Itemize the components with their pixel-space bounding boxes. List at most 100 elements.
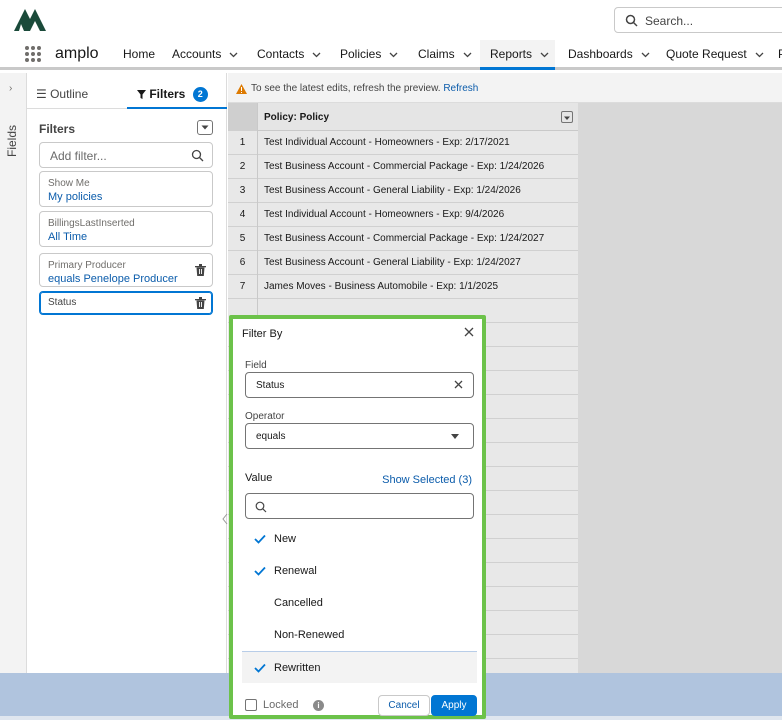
table-row: 7 James Moves - Business Automobile - Exp… <box>228 275 578 299</box>
nav-item-p[interactable]: P <box>778 40 782 70</box>
value-option-cancelled[interactable]: Cancelled <box>242 587 477 619</box>
filter-card[interactable]: BillingsLastInserted All Time <box>39 211 213 247</box>
nav-item-accounts[interactable]: Accounts <box>172 40 238 70</box>
panel-tabs: ☰ Outline Filters 2 <box>27 81 227 109</box>
fields-label: Fields <box>5 124 19 157</box>
column-menu-button[interactable] <box>561 111 573 123</box>
tab-filters[interactable]: Filters 2 <box>137 87 208 102</box>
refresh-link[interactable]: Refresh <box>443 83 478 94</box>
nav-item-label: P <box>778 47 782 61</box>
value-option-rewritten[interactable]: Rewritten <box>242 651 477 683</box>
global-search-input[interactable]: Search... <box>614 7 782 33</box>
trash-icon[interactable] <box>195 297 206 309</box>
add-filter-input[interactable]: Add filter... <box>39 142 213 168</box>
info-icon[interactable]: i <box>313 700 324 711</box>
nav-item-reports[interactable]: Reports <box>480 40 556 70</box>
tab-outline[interactable]: ☰ Outline <box>36 87 88 101</box>
app-navbar: amplo Home Accounts Contacts Policies Claims… <box>0 40 782 70</box>
cell-policy: Test Individual Account - Homeowners - E… <box>264 137 510 148</box>
nav-item-home[interactable]: Home <box>123 40 155 70</box>
apply-button[interactable]: Apply <box>431 695 477 716</box>
show-selected-link[interactable]: Show Selected (3) <box>382 474 472 486</box>
close-icon[interactable] <box>464 327 474 337</box>
trash-icon[interactable] <box>195 264 206 276</box>
chevron-down-icon[interactable] <box>312 50 321 59</box>
warning-icon <box>236 84 247 94</box>
filters-panel: ☰ Outline Filters 2 Filters Add filter..… <box>27 73 227 673</box>
checkmark-icon <box>254 534 266 544</box>
top-header: Search... <box>0 0 782 40</box>
filter-card[interactable]: Primary Producer equals Penelope Producer <box>39 253 213 287</box>
row-number: 6 <box>228 251 258 275</box>
chevron-down-icon[interactable] <box>755 50 764 59</box>
row-number: 2 <box>228 155 258 179</box>
clear-icon[interactable] <box>454 380 463 389</box>
nav-item-dashboards[interactable]: Dashboards <box>568 40 650 70</box>
filters-menu-button[interactable] <box>197 120 213 135</box>
nav-item-quote-request[interactable]: Quote Request <box>666 40 764 70</box>
cell-policy: Test Business Account - Commercial Packa… <box>264 233 545 244</box>
value-option-new[interactable]: New <box>242 523 477 555</box>
nav-item-label: Reports <box>490 47 533 61</box>
cell-policy: Test Business Account - General Liabilit… <box>264 257 521 268</box>
filter-card-label: Status <box>48 297 77 308</box>
value-option-non-renewed[interactable]: Non-Renewed <box>242 619 477 651</box>
table-row: 4 Test Individual Account - Homeowners - … <box>228 203 578 227</box>
value-option-label: Renewal <box>274 565 317 577</box>
chevron-down-icon <box>201 125 209 130</box>
search-icon <box>625 14 638 27</box>
chevron-down-icon[interactable] <box>229 50 238 59</box>
chevron-down-icon[interactable] <box>463 50 472 59</box>
cancel-button[interactable]: Cancel <box>378 695 430 716</box>
dialog-title: Filter By <box>242 328 283 340</box>
app-name: amplo <box>55 45 99 62</box>
table-row: 3 Test Business Account - General Liabili… <box>228 179 578 203</box>
search-icon <box>255 501 267 513</box>
tab-filters-label: Filters <box>149 87 186 101</box>
field-input[interactable]: Status <box>245 372 474 398</box>
panel-resize-handle[interactable] <box>222 513 228 525</box>
nav-item-contacts[interactable]: Contacts <box>257 40 321 70</box>
row-number: 4 <box>228 203 258 227</box>
fields-panel-toggle[interactable]: › Fields <box>0 73 27 673</box>
row-number: 7 <box>228 275 258 299</box>
chevron-down-icon <box>564 116 570 120</box>
value-search-input[interactable] <box>245 493 474 519</box>
filters-heading: Filters <box>39 122 76 136</box>
row-number: 1 <box>228 131 258 155</box>
search-icon <box>191 149 204 162</box>
nav-item-policies[interactable]: Policies <box>340 40 398 70</box>
cell-policy: Test Business Account - General Liabilit… <box>264 185 521 196</box>
active-tab-indicator <box>127 107 227 109</box>
nav-item-label: Policies <box>340 47 382 61</box>
chevron-down-icon[interactable] <box>641 50 650 59</box>
nav-item-label: Quote Request <box>666 47 747 61</box>
nav-item-label: Contacts <box>257 47 305 61</box>
amplo-logo-icon[interactable] <box>14 9 46 31</box>
chevron-right-icon: › <box>9 83 13 94</box>
filters-count-badge: 2 <box>192 87 208 102</box>
value-option-renewal[interactable]: Renewal <box>242 555 477 587</box>
nav-item-label: Claims <box>418 47 455 61</box>
filter-card[interactable]: Status <box>39 291 213 315</box>
nav-item-label: Home <box>123 47 156 61</box>
table-row: 6 Test Business Account - General Liabili… <box>228 251 578 275</box>
operator-select[interactable]: equals <box>245 423 474 449</box>
field-label: Field <box>245 360 267 371</box>
locked-checkbox[interactable] <box>245 699 257 711</box>
filter-card-label: Primary Producer <box>48 260 126 271</box>
column-header-policy: Policy: Policy <box>264 112 330 123</box>
table-row: 2 Test Business Account - Commercial Pack… <box>228 155 578 179</box>
filter-card-label: BillingsLastInserted <box>48 218 135 229</box>
refresh-notice: To see the latest edits, refresh the pre… <box>228 73 782 103</box>
funnel-icon <box>137 90 146 99</box>
app-launcher-icon[interactable] <box>25 46 41 62</box>
operator-value: equals <box>256 431 286 442</box>
filter-card[interactable]: Show Me My policies <box>39 171 213 207</box>
chevron-down-icon[interactable] <box>389 50 398 59</box>
chevron-down-icon[interactable] <box>540 50 549 59</box>
filter-card-label: Show Me <box>48 178 90 189</box>
filter-card-value: All Time <box>48 231 88 243</box>
nav-item-claims[interactable]: Claims <box>418 40 472 70</box>
value-option-label: Cancelled <box>274 597 323 609</box>
